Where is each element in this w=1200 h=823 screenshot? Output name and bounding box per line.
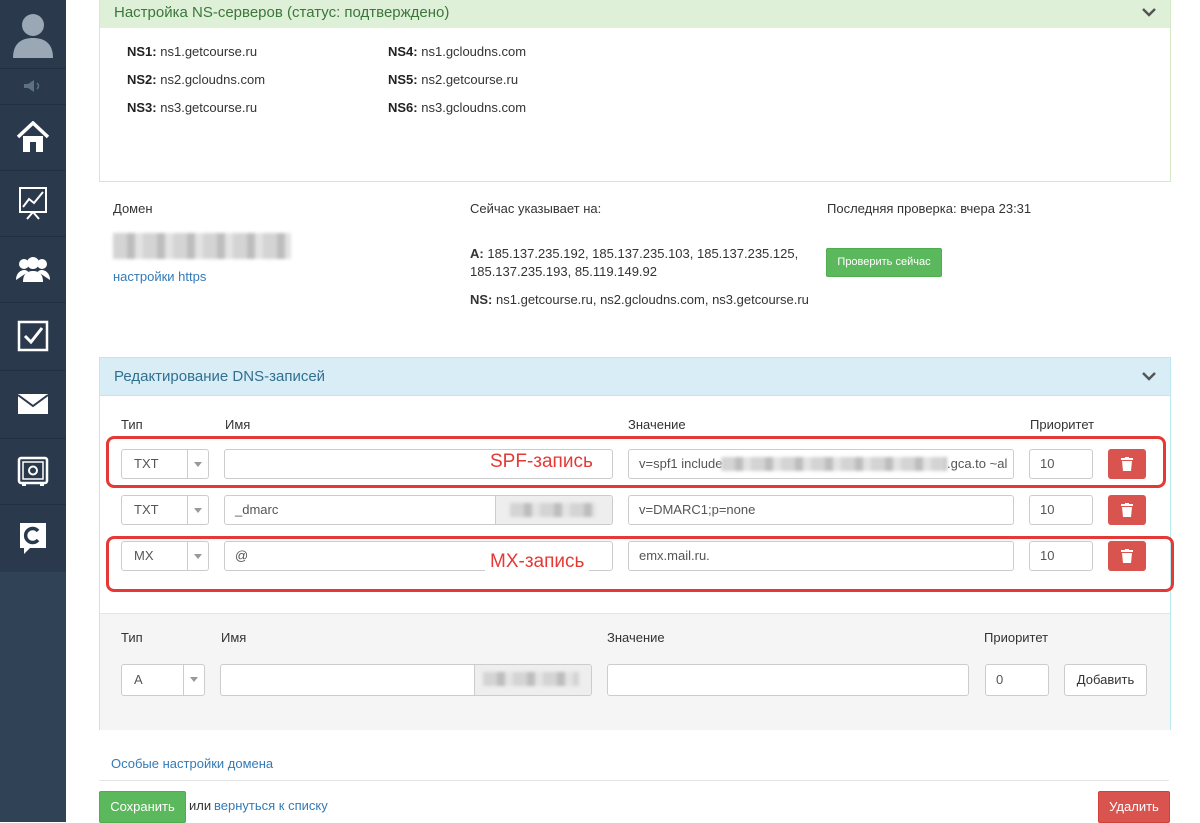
special-domain-settings-link[interactable]: Особые настройки домена (111, 756, 273, 771)
col-value-header: Значение (628, 417, 686, 432)
dns-panel-header[interactable]: Редактирование DNS-записей (100, 358, 1170, 396)
dns-panel-title: Редактирование DNS-записей (114, 368, 326, 385)
mx-highlight-box (106, 536, 1174, 592)
redacted-domain (483, 672, 579, 686)
new-type-header: Тип (121, 630, 143, 645)
new-record-priority-input[interactable]: 0 (985, 664, 1049, 696)
new-record-name-input[interactable] (220, 664, 592, 696)
spf-highlight-box (106, 436, 1166, 488)
ns6-row: NS6: ns3.gcloudns.com (388, 100, 527, 115)
sidebar (0, 0, 66, 822)
ns2-row: NS2: ns2.gcloudns.com (127, 72, 266, 87)
users-icon[interactable] (0, 236, 66, 303)
redacted-domain (510, 503, 596, 517)
a-record-line2: 185.137.235.193, 85.119.149.92 (470, 264, 657, 279)
ns-panel-title: Настройка NS-серверов (статус: подтвержд… (114, 4, 450, 21)
add-record-button[interactable]: Добавить (1064, 664, 1147, 696)
ns-record-line: NS: ns1.getcourse.ru, ns2.gcloudns.com, … (470, 292, 809, 307)
mail-icon[interactable] (0, 370, 66, 439)
ns1-row: NS1: ns1.getcourse.ru (127, 44, 258, 59)
record-value-input[interactable]: v=DMARC1;p=none (628, 495, 1014, 525)
domain-label: Домен (113, 201, 153, 216)
chevron-down-icon[interactable] (1142, 7, 1156, 17)
spf-annotation-label: SPF-запись (485, 451, 598, 473)
checkbox-icon[interactable] (0, 302, 66, 371)
ns-servers-panel: Настройка NS-серверов (статус: подтвержд… (99, 0, 1171, 182)
ns-panel-header[interactable]: Настройка NS-серверов (статус: подтвержд… (100, 0, 1170, 28)
domain-name-redacted (113, 233, 291, 259)
delete-domain-button[interactable]: Удалить (1098, 791, 1170, 823)
sidebar-empty-area (0, 572, 66, 822)
https-settings-link[interactable]: настройки https (113, 269, 206, 284)
or-text: или (189, 798, 212, 813)
chevron-down-icon[interactable] (1142, 371, 1156, 381)
delete-record-button[interactable] (1108, 495, 1146, 525)
col-priority-header: Приоритет (1030, 417, 1095, 432)
new-name-header: Имя (221, 630, 247, 645)
a-record-line1: A: 185.137.235.192, 185.137.235.103, 185… (470, 246, 799, 261)
save-button[interactable]: Сохранить (99, 791, 186, 823)
add-record-area: Тип Имя Значение Приоритет A 0 Добавить (100, 613, 1170, 730)
ns5-row: NS5: ns2.getcourse.ru (388, 72, 519, 87)
record-name-input[interactable]: _dmarc (224, 495, 613, 525)
getcourse-logo-icon[interactable] (0, 504, 66, 573)
record-type-select[interactable]: TXT (121, 495, 209, 525)
trash-icon (1121, 503, 1133, 517)
check-now-button[interactable]: Проверить сейчас (826, 248, 942, 277)
col-name-header: Имя (225, 417, 251, 432)
chart-icon[interactable] (0, 170, 66, 237)
back-to-list-link[interactable]: вернуться к списку (214, 798, 328, 813)
points-to-label: Сейчас указывает на: (470, 201, 602, 216)
user-avatar-icon[interactable] (0, 0, 66, 69)
record-priority-input[interactable]: 10 (1029, 495, 1093, 525)
ns3-row: NS3: ns3.getcourse.ru (127, 100, 258, 115)
ns4-row: NS4: ns1.gcloudns.com (388, 44, 527, 59)
new-value-header: Значение (607, 630, 665, 645)
mx-annotation-label: MX-запись (485, 551, 590, 573)
new-priority-header: Приоритет (984, 630, 1049, 645)
speaker-icon[interactable] (0, 68, 66, 105)
safe-icon[interactable] (0, 438, 66, 505)
new-record-type-select[interactable]: A (121, 664, 205, 696)
new-record-value-input[interactable] (607, 664, 969, 696)
last-check-text: Последняя проверка: вчера 23:31 (827, 201, 1032, 216)
dns-records-panel: Редактирование DNS-записей Тип Имя Значе… (99, 357, 1174, 730)
footer-divider (99, 780, 1169, 781)
col-type-header: Тип (121, 417, 143, 432)
home-icon[interactable] (0, 104, 66, 171)
